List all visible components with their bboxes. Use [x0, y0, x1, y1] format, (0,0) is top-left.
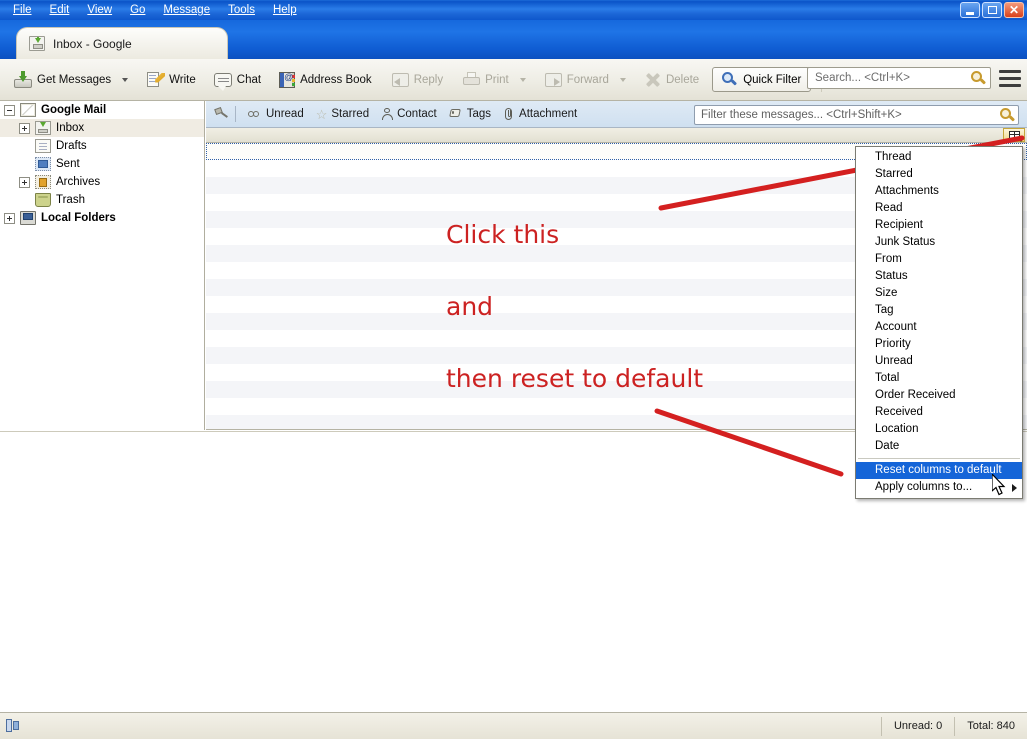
- submenu-arrow-icon: [1012, 484, 1017, 492]
- menu-item-recipient[interactable]: Recipient: [856, 217, 1022, 234]
- menu-item-read[interactable]: Read: [856, 200, 1022, 217]
- menu-item-priority[interactable]: Priority: [856, 336, 1022, 353]
- menu-item-junk-status[interactable]: Junk Status: [856, 234, 1022, 251]
- menu-item-apply-columns-to-label: Apply columns to...: [875, 481, 973, 493]
- menu-item-location[interactable]: Location: [856, 421, 1022, 438]
- menu-item-tag[interactable]: Tag: [856, 302, 1022, 319]
- menu-item-account[interactable]: Account: [856, 319, 1022, 336]
- menu-item-starred[interactable]: Starred: [856, 166, 1022, 183]
- menu-item-unread[interactable]: Unread: [856, 353, 1022, 370]
- mouse-cursor: [992, 474, 1006, 496]
- menu-item-status[interactable]: Status: [856, 268, 1022, 285]
- thunderbird-window: File Edit View Go Message Tools Help ✕ I…: [0, 0, 1027, 739]
- menu-item-received[interactable]: Received: [856, 404, 1022, 421]
- menu-item-order-received[interactable]: Order Received: [856, 387, 1022, 404]
- menu-item-total[interactable]: Total: [856, 370, 1022, 387]
- column-picker-menu[interactable]: Thread Starred Attachments Read Recipien…: [855, 146, 1023, 499]
- menu-item-attachments[interactable]: Attachments: [856, 183, 1022, 200]
- menu-separator: [858, 458, 1020, 459]
- menu-item-size[interactable]: Size: [856, 285, 1022, 302]
- menu-item-thread[interactable]: Thread: [856, 149, 1022, 166]
- menu-item-date[interactable]: Date: [856, 438, 1022, 455]
- menu-item-from[interactable]: From: [856, 251, 1022, 268]
